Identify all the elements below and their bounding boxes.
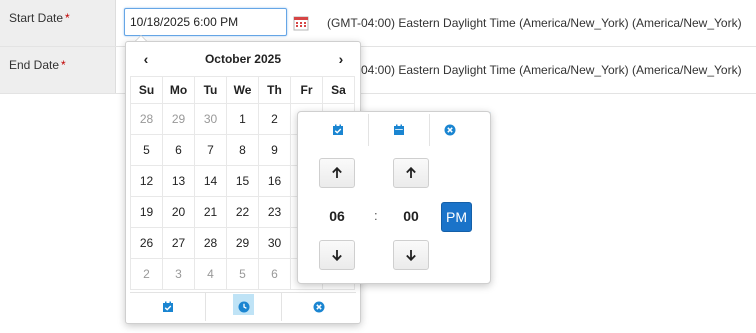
pick-time-button[interactable] <box>205 293 282 321</box>
start-timezone-text: (GMT-04:00) Eastern Daylight Time (Ameri… <box>327 16 742 30</box>
day-cell[interactable]: 2 <box>258 103 291 135</box>
calendar-check-icon <box>333 124 343 135</box>
clear-icon <box>444 124 456 136</box>
day-cell[interactable]: 28 <box>194 227 227 259</box>
picker-caret-inner <box>136 36 146 41</box>
day-cell[interactable]: 8 <box>226 134 259 166</box>
day-cell[interactable]: 23 <box>258 196 291 228</box>
weekday-header: Th <box>258 76 291 104</box>
day-cell[interactable]: 1 <box>226 103 259 135</box>
clear-button[interactable] <box>281 293 356 321</box>
clear-icon <box>313 301 324 313</box>
day-cell[interactable]: 30 <box>194 103 227 135</box>
weekday-header: Mo <box>162 76 195 104</box>
weekday-header: Sa <box>322 76 355 104</box>
required-marker: * <box>61 58 66 72</box>
minute-increment-button[interactable] <box>393 158 429 188</box>
day-cell[interactable]: 13 <box>162 165 195 197</box>
day-cell[interactable]: 30 <box>258 227 291 259</box>
minute-value[interactable]: 00 <box>393 208 429 224</box>
start-date-row: Start Date* (GMT-04:00) Eastern Daylight… <box>0 0 756 47</box>
day-cell[interactable]: 29 <box>162 103 195 135</box>
start-date-label-cell: Start Date * <box>0 0 116 46</box>
start-date-label: Start Date <box>9 11 64 25</box>
day-cell[interactable]: 26 <box>130 227 163 259</box>
day-cell[interactable]: 21 <box>194 196 227 228</box>
end-date-label-cell: End Date * <box>0 47 116 93</box>
required-marker: * <box>65 11 70 25</box>
day-cell[interactable]: 20 <box>162 196 195 228</box>
month-title[interactable]: October 2025 <box>160 46 326 72</box>
weekday-header: We <box>226 76 259 104</box>
datepicker-footer <box>130 292 356 321</box>
day-cell[interactable]: 3 <box>162 258 195 290</box>
hour-value[interactable]: 06 <box>319 208 355 224</box>
day-cell[interactable]: 19 <box>130 196 163 228</box>
day-cell[interactable]: 22 <box>226 196 259 228</box>
day-cell[interactable]: 12 <box>130 165 163 197</box>
weekday-header-row: Su Mo Tu We Th Fr Sa <box>130 76 355 104</box>
meridiem-toggle-button[interactable]: PM <box>441 202 472 232</box>
day-cell[interactable]: 6 <box>162 134 195 166</box>
day-cell[interactable]: 27 <box>162 227 195 259</box>
arrow-up-icon <box>332 167 342 178</box>
arrow-down-icon <box>406 250 416 261</box>
arrow-up-icon <box>406 167 416 178</box>
select-today-button[interactable] <box>130 293 205 321</box>
hour-decrement-button[interactable] <box>319 240 355 270</box>
day-cell[interactable]: 15 <box>226 165 259 197</box>
prev-month-button[interactable]: ‹ <box>133 46 159 72</box>
calendar-header: ‹ October 2025 › <box>130 46 356 72</box>
timepicker-toolbar <box>298 114 490 146</box>
day-cell[interactable]: 16 <box>258 165 291 197</box>
day-cell[interactable]: 9 <box>258 134 291 166</box>
next-month-button[interactable]: › <box>328 46 354 72</box>
calendar-check-icon <box>162 301 173 312</box>
time-separator: : <box>374 208 378 223</box>
day-cell[interactable]: 6 <box>258 258 291 290</box>
clock-icon <box>238 301 249 313</box>
day-cell[interactable]: 2 <box>130 258 163 290</box>
clear-button[interactable] <box>420 114 480 146</box>
minute-decrement-button[interactable] <box>393 240 429 270</box>
timepicker-popup: 06 : 00 PM <box>297 111 491 284</box>
calendar-icon[interactable] <box>293 15 309 31</box>
arrow-down-icon <box>332 250 342 261</box>
hour-increment-button[interactable] <box>319 158 355 188</box>
weekday-header: Su <box>130 76 163 104</box>
end-timezone-text: (GMT-04:00) Eastern Daylight Time (Ameri… <box>327 63 742 77</box>
start-date-input[interactable] <box>124 8 287 36</box>
select-today-button[interactable] <box>308 114 368 146</box>
day-cell[interactable]: 4 <box>194 258 227 290</box>
calendar-icon <box>394 124 404 135</box>
day-cell[interactable]: 5 <box>130 134 163 166</box>
day-cell[interactable]: 14 <box>194 165 227 197</box>
day-cell[interactable]: 5 <box>226 258 259 290</box>
weekday-header: Fr <box>290 76 323 104</box>
day-cell[interactable]: 7 <box>194 134 227 166</box>
day-cell[interactable]: 28 <box>130 103 163 135</box>
weekday-header: Tu <box>194 76 227 104</box>
end-date-label: End Date <box>9 58 60 72</box>
day-cell[interactable]: 29 <box>226 227 259 259</box>
